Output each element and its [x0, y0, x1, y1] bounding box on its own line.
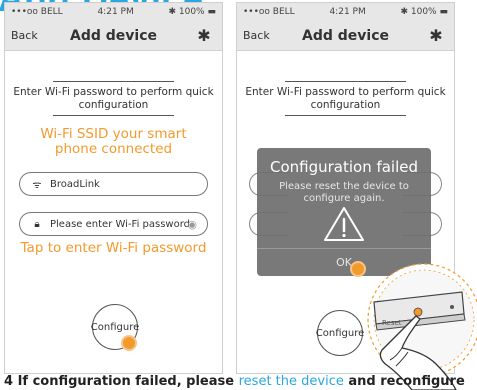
error-dialog: Configuration failed Please reset the de… [257, 148, 431, 276]
back-button[interactable]: Back [11, 29, 38, 42]
tap-indicator [121, 335, 137, 351]
navbar: Back Add device ✱ [237, 21, 454, 51]
content-left: Enter Wi-Fi password to perform quick co… [5, 51, 222, 373]
gear-icon[interactable]: ✱ [428, 28, 444, 44]
carrier-label: •••oo BELL [243, 7, 295, 17]
warning-icon [324, 207, 364, 241]
gear-icon[interactable]: ✱ [196, 28, 212, 44]
status-bar: •••oo BELL 4:21 PM ✱ 100% ▬ [5, 3, 222, 21]
eye-icon[interactable]: ◉ [187, 218, 197, 231]
battery-label: ✱ 100% ▬ [168, 7, 216, 17]
bottom-text-highlight: reset the device [238, 374, 344, 389]
password-placeholder: Please enter Wi-Fi password [50, 218, 190, 230]
reset-button-illustration: Reset [367, 263, 477, 390]
page-title: Add device [302, 27, 389, 44]
dialog-message: Please reset the device to configure aga… [279, 181, 409, 204]
lock-icon: 🔒︎ [34, 218, 40, 230]
bottom-text-part3: and reconfigure [343, 374, 465, 389]
bottom-text-part1: 4 If configuration failed, please [4, 374, 239, 389]
time-label: 4:21 PM [329, 7, 366, 17]
wifi-icon: ᯤ [32, 180, 42, 191]
annotation-ssid: Wi-Fi SSID your smart phone connected [40, 126, 187, 157]
back-button[interactable]: Back [243, 29, 270, 42]
divider [285, 115, 406, 116]
navbar: Back Add device ✱ [5, 21, 222, 51]
divider [53, 81, 174, 82]
status-bar: •••oo BELL 4:21 PM ✱ 100% ▬ [237, 3, 454, 21]
instruction-text: Enter Wi-Fi password to perform quick co… [13, 86, 214, 111]
ssid-field[interactable]: ᯤ BroadLink [19, 172, 208, 196]
reset-label: Reset [382, 319, 402, 327]
divider [285, 81, 406, 82]
time-label: 4:21 PM [97, 7, 134, 17]
password-field[interactable]: 🔒︎ Please enter Wi-Fi password ◉ [19, 212, 208, 236]
dialog-title: Configuration failed [269, 158, 419, 176]
dialog-divider [257, 248, 431, 249]
annotation-password: Tap to enter Wi-Fi password [20, 240, 207, 256]
battery-label: ✱ 100% ▬ [400, 7, 448, 17]
bottom-instruction: 4 If configuration failed, please reset … [4, 374, 465, 389]
instruction-text: Enter Wi-Fi password to perform quick co… [245, 86, 446, 111]
divider [53, 115, 174, 116]
page-title: Add device [70, 27, 157, 44]
phone-screen-left: •••oo BELL 4:21 PM ✱ 100% ▬ Back Add dev… [4, 2, 223, 374]
carrier-label: •••oo BELL [11, 7, 63, 17]
ssid-value: BroadLink [50, 178, 100, 190]
